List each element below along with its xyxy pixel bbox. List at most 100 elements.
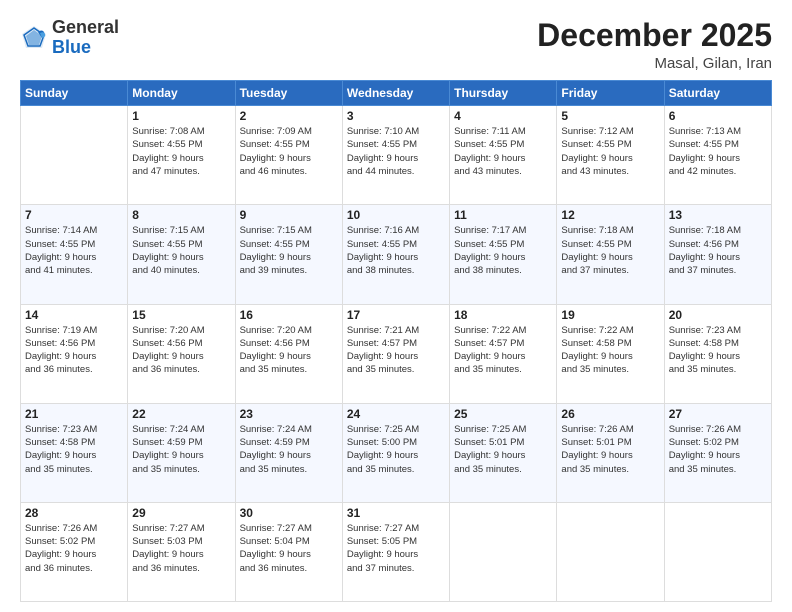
calendar-cell: 20 Sunrise: 7:23 AMSunset: 4:58 PMDayligh…	[664, 304, 771, 403]
calendar-cell: 21 Sunrise: 7:23 AMSunset: 4:58 PMDayligh…	[21, 403, 128, 502]
calendar-cell: 27 Sunrise: 7:26 AMSunset: 5:02 PMDayligh…	[664, 403, 771, 502]
day-number: 14	[25, 308, 123, 322]
day-number: 5	[561, 109, 659, 123]
calendar-cell: 5 Sunrise: 7:12 AMSunset: 4:55 PMDaylight…	[557, 106, 664, 205]
calendar-cell: 4Sunrise: 7:11 AMSunset: 4:55 PMDaylight…	[450, 106, 557, 205]
week-row-2: 14Sunrise: 7:19 AMSunset: 4:56 PMDayligh…	[21, 304, 772, 403]
calendar-cell: 3Sunrise: 7:10 AMSunset: 4:55 PMDaylight…	[342, 106, 449, 205]
day-number: 16	[240, 308, 338, 322]
calendar-cell: 26Sunrise: 7:26 AMSunset: 5:01 PMDayligh…	[557, 403, 664, 502]
calendar-cell: 16 Sunrise: 7:20 AMSunset: 4:56 PMDayligh…	[235, 304, 342, 403]
day-number: 20	[669, 308, 767, 322]
header: General Blue December 2025 Masal, Gilan,…	[20, 18, 772, 72]
calendar-cell: 15 Sunrise: 7:20 AMSunset: 4:56 PMDayligh…	[128, 304, 235, 403]
logo-blue: Blue	[52, 38, 119, 58]
day-info: Sunrise: 7:20 AMSunset: 4:56 PMDaylight:…	[240, 324, 338, 377]
day-info: Sunrise: 7:24 AMSunset: 4:59 PMDaylight:…	[240, 423, 338, 476]
calendar-cell: 2 Sunrise: 7:09 AMSunset: 4:55 PMDaylight…	[235, 106, 342, 205]
day-number: 29	[132, 506, 230, 520]
day-number: 27	[669, 407, 767, 421]
day-info: Sunrise: 7:23 AMSunset: 4:58 PMDaylight:…	[25, 423, 123, 476]
day-number: 28	[25, 506, 123, 520]
day-info: Sunrise: 7:13 AMSunset: 4:55 PMDaylight:…	[669, 125, 767, 178]
calendar-cell: 8 Sunrise: 7:15 AMSunset: 4:55 PMDaylight…	[128, 205, 235, 304]
weekday-header-monday: Monday	[128, 81, 235, 106]
day-number: 18	[454, 308, 552, 322]
logo-icon	[20, 24, 48, 52]
day-info: Sunrise: 7:15 AMSunset: 4:55 PMDaylight:…	[132, 224, 230, 277]
day-info: Sunrise: 7:22 AMSunset: 4:58 PMDaylight:…	[561, 324, 659, 377]
calendar-cell: 30 Sunrise: 7:27 AMSunset: 5:04 PMDayligh…	[235, 502, 342, 601]
day-number: 23	[240, 407, 338, 421]
day-info: Sunrise: 7:27 AMSunset: 5:03 PMDaylight:…	[132, 522, 230, 575]
weekday-header-wednesday: Wednesday	[342, 81, 449, 106]
week-row-3: 21 Sunrise: 7:23 AMSunset: 4:58 PMDayligh…	[21, 403, 772, 502]
calendar-cell: 9 Sunrise: 7:15 AMSunset: 4:55 PMDaylight…	[235, 205, 342, 304]
day-number: 2	[240, 109, 338, 123]
day-info: Sunrise: 7:20 AMSunset: 4:56 PMDaylight:…	[132, 324, 230, 377]
day-info: Sunrise: 7:25 AMSunset: 5:01 PMDaylight:…	[454, 423, 552, 476]
day-number: 9	[240, 208, 338, 222]
calendar-table: SundayMondayTuesdayWednesdayThursdayFrid…	[20, 80, 772, 602]
calendar-cell: 12Sunrise: 7:18 AMSunset: 4:55 PMDayligh…	[557, 205, 664, 304]
day-number: 3	[347, 109, 445, 123]
calendar-cell: 11Sunrise: 7:17 AMSunset: 4:55 PMDayligh…	[450, 205, 557, 304]
calendar-cell: 25 Sunrise: 7:25 AMSunset: 5:01 PMDayligh…	[450, 403, 557, 502]
day-info: Sunrise: 7:27 AMSunset: 5:04 PMDaylight:…	[240, 522, 338, 575]
calendar-cell: 31 Sunrise: 7:27 AMSunset: 5:05 PMDayligh…	[342, 502, 449, 601]
day-number: 31	[347, 506, 445, 520]
day-number: 13	[669, 208, 767, 222]
calendar-cell: 17Sunrise: 7:21 AMSunset: 4:57 PMDayligh…	[342, 304, 449, 403]
day-info: Sunrise: 7:26 AMSunset: 5:02 PMDaylight:…	[669, 423, 767, 476]
calendar-cell: 24 Sunrise: 7:25 AMSunset: 5:00 PMDayligh…	[342, 403, 449, 502]
day-info: Sunrise: 7:27 AMSunset: 5:05 PMDaylight:…	[347, 522, 445, 575]
day-number: 17	[347, 308, 445, 322]
day-info: Sunrise: 7:24 AMSunset: 4:59 PMDaylight:…	[132, 423, 230, 476]
weekday-header-thursday: Thursday	[450, 81, 557, 106]
day-info: Sunrise: 7:08 AMSunset: 4:55 PMDaylight:…	[132, 125, 230, 178]
day-number: 11	[454, 208, 552, 222]
day-info: Sunrise: 7:15 AMSunset: 4:55 PMDaylight:…	[240, 224, 338, 277]
location: Masal, Gilan, Iran	[537, 55, 772, 72]
day-number: 19	[561, 308, 659, 322]
day-info: Sunrise: 7:14 AMSunset: 4:55 PMDaylight:…	[25, 224, 123, 277]
week-row-1: 7Sunrise: 7:14 AMSunset: 4:55 PMDaylight…	[21, 205, 772, 304]
day-number: 6	[669, 109, 767, 123]
day-number: 15	[132, 308, 230, 322]
day-number: 24	[347, 407, 445, 421]
calendar-cell: 23 Sunrise: 7:24 AMSunset: 4:59 PMDayligh…	[235, 403, 342, 502]
week-row-4: 28Sunrise: 7:26 AMSunset: 5:02 PMDayligh…	[21, 502, 772, 601]
calendar-cell: 29 Sunrise: 7:27 AMSunset: 5:03 PMDayligh…	[128, 502, 235, 601]
calendar-cell	[21, 106, 128, 205]
logo-text: General Blue	[52, 18, 119, 58]
calendar-cell	[557, 502, 664, 601]
weekday-header-row: SundayMondayTuesdayWednesdayThursdayFrid…	[21, 81, 772, 106]
calendar-cell: 6 Sunrise: 7:13 AMSunset: 4:55 PMDaylight…	[664, 106, 771, 205]
day-number: 12	[561, 208, 659, 222]
month-title: December 2025	[537, 18, 772, 53]
day-number: 25	[454, 407, 552, 421]
logo: General Blue	[20, 18, 119, 58]
calendar-cell: 22Sunrise: 7:24 AMSunset: 4:59 PMDayligh…	[128, 403, 235, 502]
day-number: 8	[132, 208, 230, 222]
day-info: Sunrise: 7:22 AMSunset: 4:57 PMDaylight:…	[454, 324, 552, 377]
day-info: Sunrise: 7:25 AMSunset: 5:00 PMDaylight:…	[347, 423, 445, 476]
calendar-cell	[664, 502, 771, 601]
weekday-header-sunday: Sunday	[21, 81, 128, 106]
day-info: Sunrise: 7:16 AMSunset: 4:55 PMDaylight:…	[347, 224, 445, 277]
weekday-header-tuesday: Tuesday	[235, 81, 342, 106]
calendar-cell: 1 Sunrise: 7:08 AMSunset: 4:55 PMDaylight…	[128, 106, 235, 205]
calendar-cell: 28Sunrise: 7:26 AMSunset: 5:02 PMDayligh…	[21, 502, 128, 601]
week-row-0: 1 Sunrise: 7:08 AMSunset: 4:55 PMDaylight…	[21, 106, 772, 205]
day-info: Sunrise: 7:09 AMSunset: 4:55 PMDaylight:…	[240, 125, 338, 178]
day-number: 1	[132, 109, 230, 123]
weekday-header-friday: Friday	[557, 81, 664, 106]
calendar-cell: 10Sunrise: 7:16 AMSunset: 4:55 PMDayligh…	[342, 205, 449, 304]
day-number: 30	[240, 506, 338, 520]
day-number: 21	[25, 407, 123, 421]
calendar-cell: 7Sunrise: 7:14 AMSunset: 4:55 PMDaylight…	[21, 205, 128, 304]
day-info: Sunrise: 7:12 AMSunset: 4:55 PMDaylight:…	[561, 125, 659, 178]
day-info: Sunrise: 7:23 AMSunset: 4:58 PMDaylight:…	[669, 324, 767, 377]
day-info: Sunrise: 7:18 AMSunset: 4:56 PMDaylight:…	[669, 224, 767, 277]
title-block: December 2025 Masal, Gilan, Iran	[537, 18, 772, 72]
